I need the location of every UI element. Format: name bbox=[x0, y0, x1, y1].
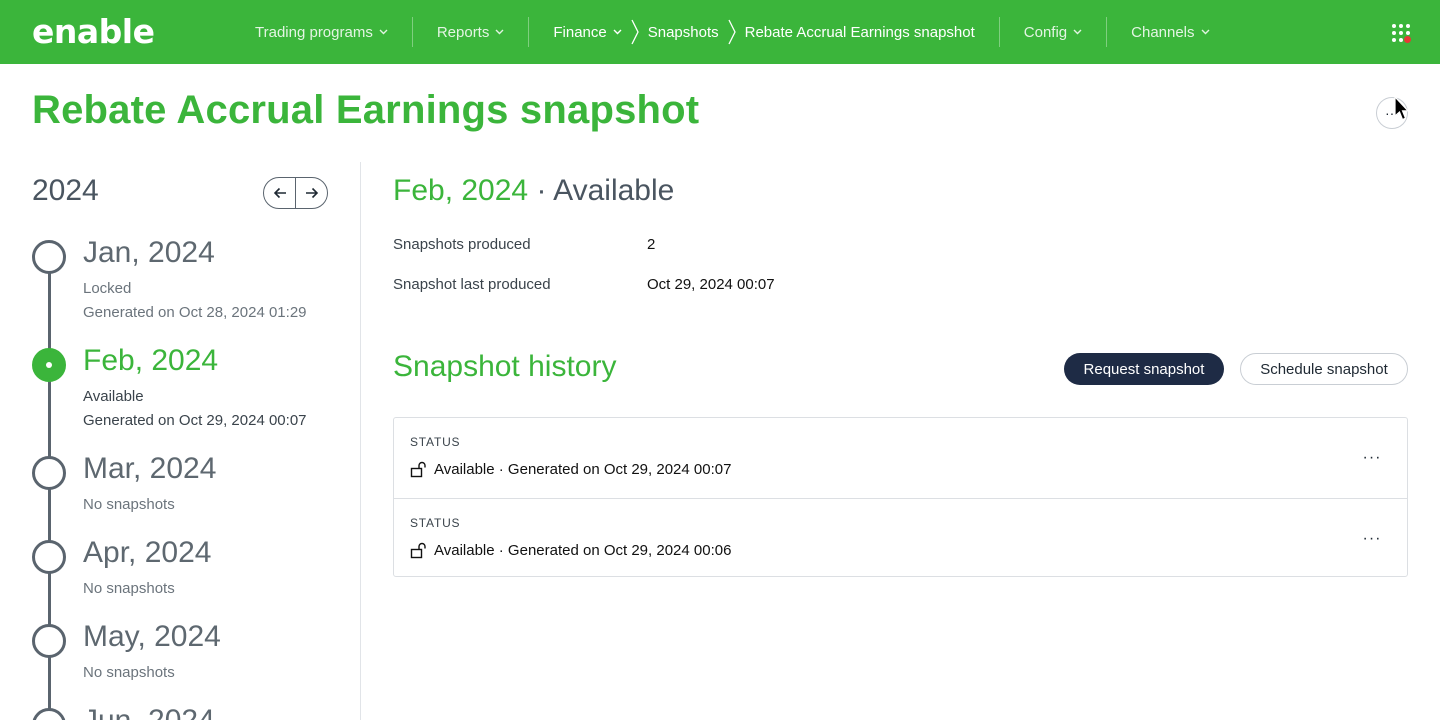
timeline-status: No snapshots bbox=[83, 496, 175, 513]
timeline-status: No snapshots bbox=[83, 580, 175, 597]
status-column-label: STATUS bbox=[410, 516, 461, 530]
timeline-month: May, 2024 bbox=[83, 620, 221, 653]
selected-month-heading: Feb, 2024 · Available bbox=[393, 174, 674, 208]
year-navigation bbox=[263, 177, 328, 209]
enable-logo[interactable]: enable bbox=[32, 12, 155, 51]
status-text: Available · Generated on Oct 29, 2024 00… bbox=[434, 461, 732, 478]
logo-text: enable bbox=[32, 12, 155, 51]
previous-year-button[interactable] bbox=[264, 178, 295, 208]
timeline-node bbox=[32, 624, 66, 658]
timeline-status: No snapshots bbox=[83, 664, 175, 681]
timeline-month: Apr, 2024 bbox=[83, 536, 212, 569]
nav-divider bbox=[528, 17, 530, 47]
breadcrumb-snapshots-label: Snapshots bbox=[647, 23, 719, 41]
schedule-snapshot-button[interactable]: Schedule snapshot bbox=[1240, 353, 1408, 385]
request-snapshot-button[interactable]: Request snapshot bbox=[1064, 353, 1224, 385]
timeline-month: Jan, 2024 bbox=[83, 236, 215, 269]
timeline-node bbox=[32, 456, 66, 490]
snapshot-history-title: Snapshot history bbox=[393, 350, 617, 383]
nav-divider bbox=[998, 17, 1000, 47]
nav-finance[interactable]: Finance bbox=[553, 23, 622, 41]
selected-month: Feb, 2024 bbox=[393, 174, 529, 207]
nav-reports[interactable]: Reports bbox=[437, 24, 505, 41]
status-value: Available · Generated on Oct 29, 2024 00… bbox=[410, 542, 731, 559]
selected-month-status: Available bbox=[553, 174, 675, 207]
top-navigation-bar: enable Trading programs Reports Finance … bbox=[0, 0, 1440, 64]
timeline-node bbox=[32, 540, 66, 574]
chevron-down-icon bbox=[1073, 29, 1082, 35]
timeline-year: 2024 bbox=[32, 174, 99, 207]
table-row: STATUS Available · Generated on Oct 29, … bbox=[394, 498, 1407, 578]
breadcrumb-snapshots[interactable]: Snapshots bbox=[648, 24, 719, 41]
chevron-down-icon bbox=[495, 29, 504, 35]
chevron-down-icon bbox=[1201, 29, 1210, 35]
nav-reports-label: Reports bbox=[436, 23, 490, 41]
nav-trading-programs[interactable]: Trading programs bbox=[255, 24, 388, 41]
nav-trading-programs-label: Trading programs bbox=[255, 23, 373, 41]
timeline-status: Available bbox=[83, 388, 144, 405]
mouse-cursor-icon bbox=[1394, 96, 1409, 121]
row-more-button[interactable]: ··· bbox=[1360, 529, 1384, 549]
breadcrumb-current-page: Rebate Accrual Earnings snapshot bbox=[745, 24, 975, 41]
main-nav: Trading programs Reports Finance Snapsho… bbox=[255, 0, 1210, 64]
chevron-down-icon bbox=[379, 29, 388, 35]
arrow-right-icon bbox=[305, 187, 318, 199]
nav-channels[interactable]: Channels bbox=[1131, 23, 1210, 41]
nav-divider bbox=[1106, 17, 1108, 47]
status-text: Available · Generated on Oct 29, 2024 00… bbox=[434, 542, 732, 559]
unlock-icon bbox=[410, 461, 426, 478]
next-year-button[interactable] bbox=[295, 178, 327, 208]
snapshots-produced-label: Snapshots produced bbox=[393, 236, 531, 253]
unlock-icon bbox=[410, 542, 426, 559]
timeline-node bbox=[32, 240, 66, 274]
timeline-node bbox=[32, 708, 66, 720]
timeline-month: Feb, 2024 bbox=[83, 344, 219, 377]
last-produced-label: Snapshot last produced bbox=[393, 276, 551, 293]
timeline-generated: Generated on Oct 28, 2024 01:29 bbox=[83, 304, 307, 321]
notification-dot bbox=[1404, 36, 1411, 43]
table-row: STATUS Available · Generated on Oct 29, … bbox=[394, 418, 1407, 498]
arrow-left-icon bbox=[273, 187, 286, 199]
status-column-label: STATUS bbox=[410, 435, 461, 449]
timeline-month: Mar, 2024 bbox=[83, 452, 217, 485]
chevron-down-icon bbox=[613, 29, 622, 35]
snapshot-history-table: STATUS Available · Generated on Oct 29, … bbox=[393, 417, 1408, 577]
timeline-status: Locked bbox=[83, 280, 132, 297]
breadcrumb-chevron-icon bbox=[631, 19, 639, 45]
timeline-generated: Generated on Oct 29, 2024 00:07 bbox=[83, 412, 307, 429]
row-more-button[interactable]: ··· bbox=[1360, 448, 1384, 468]
panel-divider bbox=[360, 162, 361, 720]
status-value: Available · Generated on Oct 29, 2024 00… bbox=[410, 461, 731, 478]
nav-divider bbox=[411, 17, 413, 47]
nav-finance-label: Finance bbox=[553, 23, 607, 41]
snapshots-produced-value: 2 bbox=[647, 236, 656, 253]
breadcrumb-chevron-icon bbox=[728, 19, 736, 45]
breadcrumb-current-label: Rebate Accrual Earnings snapshot bbox=[744, 23, 975, 41]
nav-config-label: Config bbox=[1023, 23, 1068, 41]
timeline-node-selected bbox=[32, 348, 66, 382]
nav-channels-label: Channels bbox=[1131, 23, 1195, 41]
nav-config[interactable]: Config bbox=[1024, 24, 1082, 41]
last-produced-value: Oct 29, 2024 00:07 bbox=[647, 276, 775, 293]
timeline-month: Jun, 2024 bbox=[83, 704, 215, 720]
page-title: Rebate Accrual Earnings snapshot bbox=[32, 88, 700, 132]
heading-separator: · bbox=[528, 174, 554, 207]
